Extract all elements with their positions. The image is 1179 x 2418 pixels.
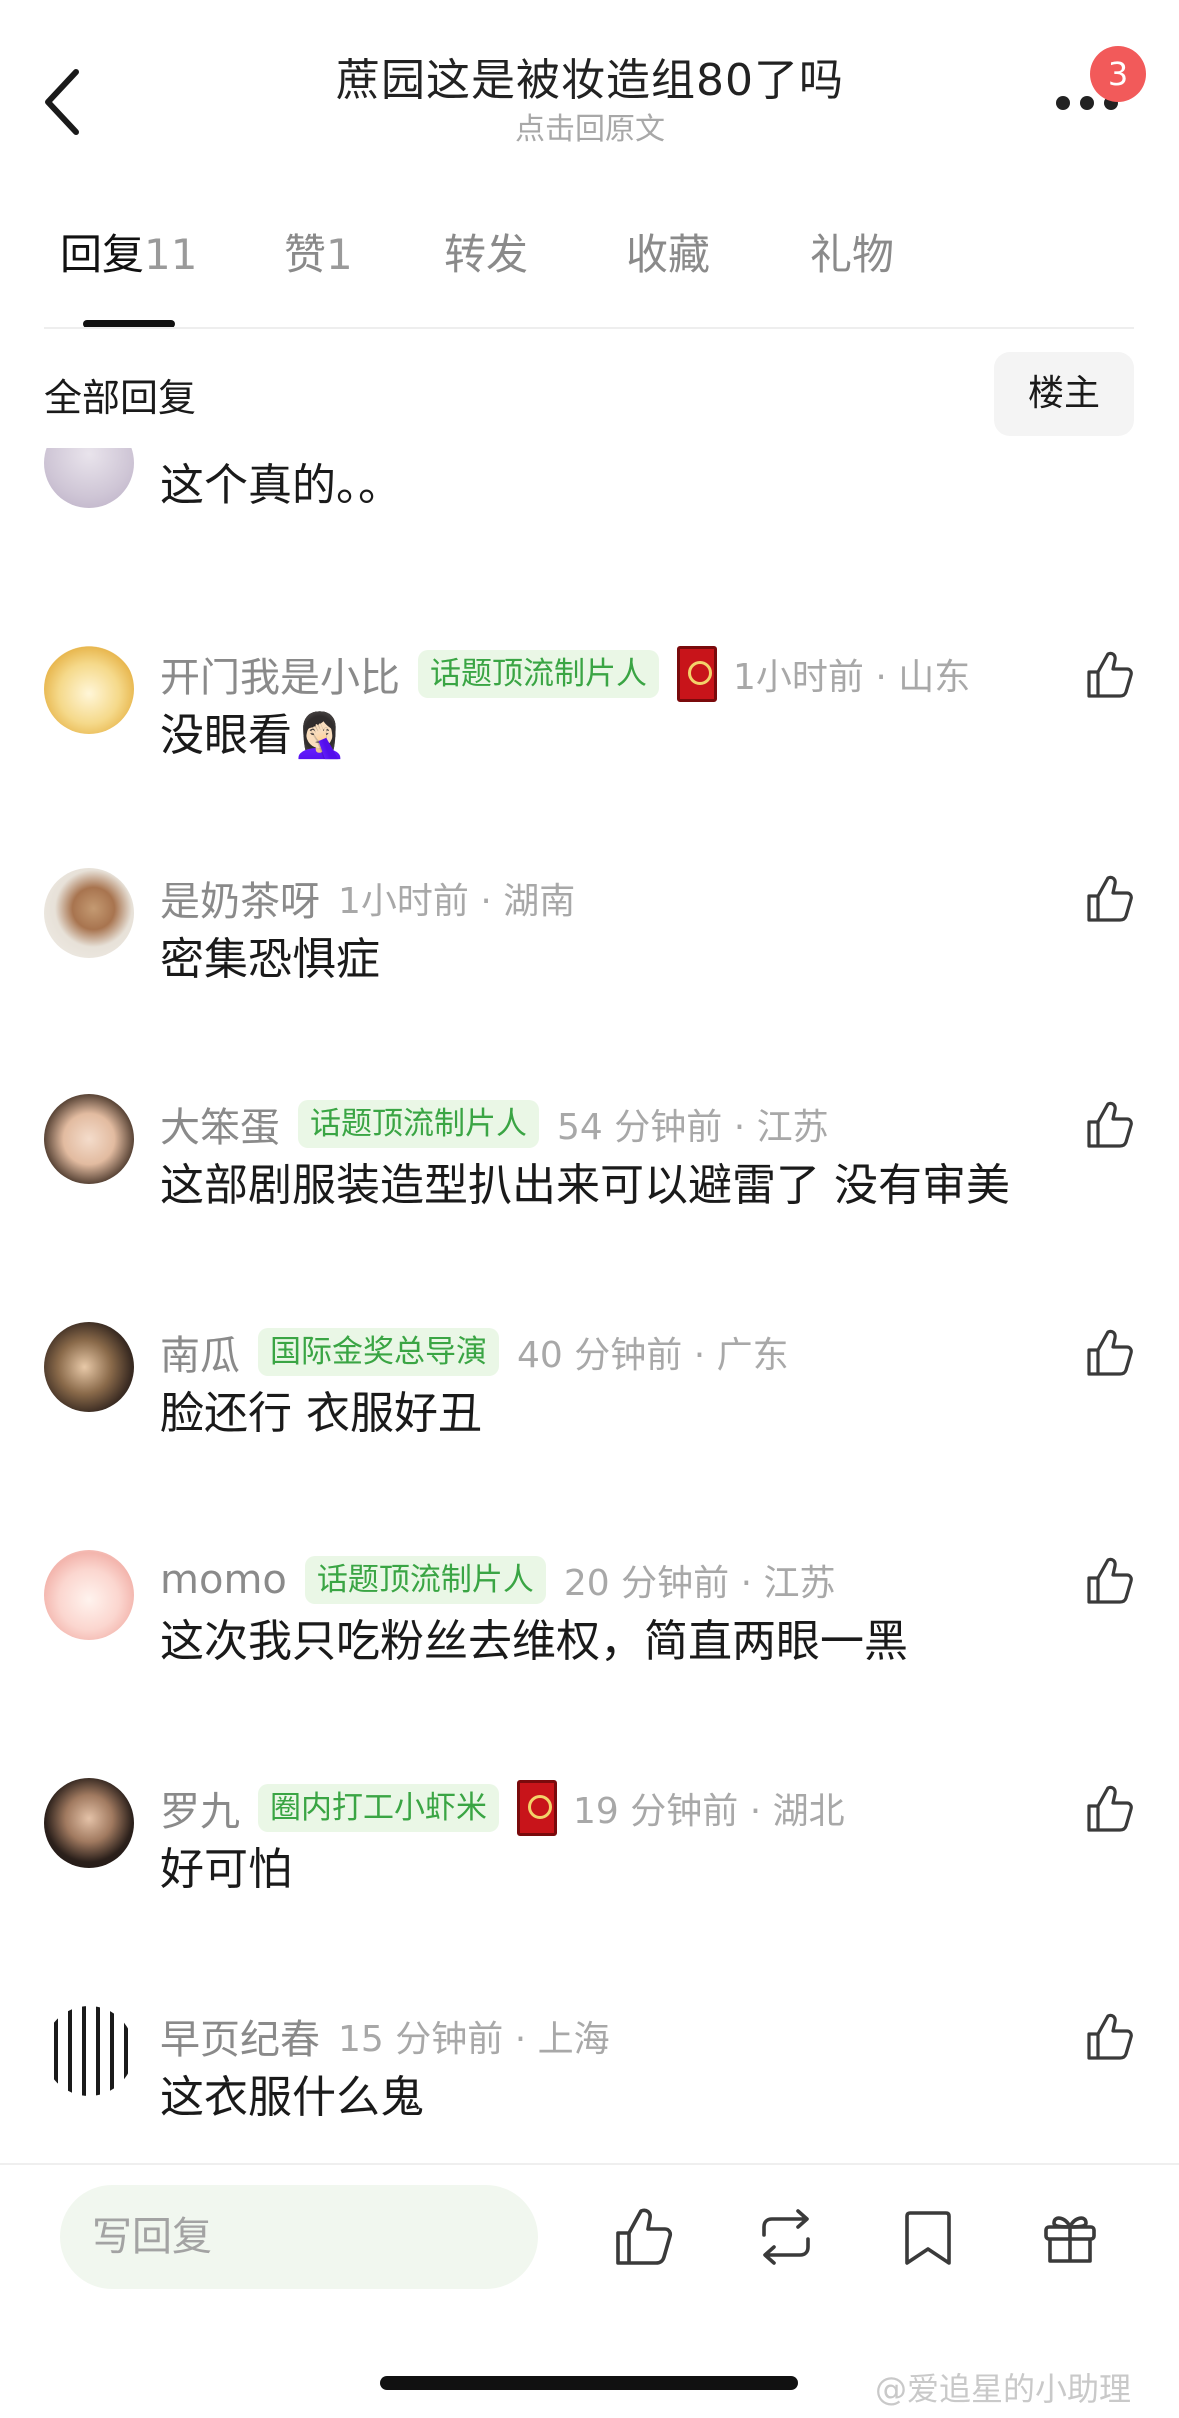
post-title-block[interactable]: 蔗园这是被妆造组80了吗 点击回原文 — [230, 52, 950, 150]
like-icon[interactable] — [1083, 1782, 1137, 1836]
username[interactable]: 是奶茶呀 — [160, 869, 320, 927]
avatar[interactable] — [44, 448, 134, 508]
list-item: 罗九 圈内打工小虾米 19 分钟前 · 湖北 好可怕 — [0, 1778, 1179, 1978]
comment-text: 这衣服什么鬼 — [160, 2072, 424, 2123]
comment-text: 这部剧服装造型扒出来可以避雷了 没有审美 — [160, 1160, 1010, 1211]
user-title-tag: 圈内打工小虾米 — [258, 1784, 499, 1832]
list-item: 南瓜 国际金奖总导演 40 分钟前 · 广东 脸还行 衣服好丑 — [0, 1322, 1179, 1522]
more-dots-icon — [1056, 96, 1070, 110]
all-replies-heading: 全部回复 — [44, 376, 197, 420]
timestamp-location: 40 分钟前 · 广东 — [517, 1335, 789, 1376]
username[interactable]: 南瓜 — [160, 1323, 240, 1381]
notification-badge: 3 — [1090, 46, 1146, 102]
avatar[interactable] — [44, 1094, 134, 1184]
comment-meta: 开门我是小比 话题顶流制片人 1小时前 · 山东 — [160, 644, 970, 704]
username[interactable]: 开门我是小比 — [160, 645, 400, 703]
gift-icon[interactable] — [1038, 2205, 1102, 2269]
comment-meta: 大笨蛋 话题顶流制片人 54 分钟前 · 江苏 — [160, 1094, 829, 1154]
username[interactable]: momo — [160, 1557, 287, 1603]
tab-reposts[interactable]: 转发 — [444, 225, 528, 285]
like-icon[interactable] — [1083, 1326, 1137, 1380]
comment-text: 脸还行 衣服好丑 — [160, 1388, 482, 1439]
timestamp-location: 1小时前 · 山东 — [733, 657, 971, 698]
top-nav-bar: 蔗园这是被妆造组80了吗 点击回原文 3 — [0, 0, 1179, 175]
tab-label: 转发 — [444, 230, 529, 279]
list-item: momo 话题顶流制片人 20 分钟前 · 江苏 这次我只吃粉丝去维权，简直两眼… — [0, 1550, 1179, 1750]
red-envelope-icon — [517, 1780, 557, 1836]
list-item: 早页纪春 15 分钟前 · 上海 这衣服什么鬼 — [0, 2006, 1179, 2163]
comment-list[interactable]: 这个真的。。 开门我是小比 话题顶流制片人 1小时前 · 山东 没眼看🤦🏻‍♀️… — [0, 448, 1179, 2163]
comment-text: 好可怕 — [160, 1844, 292, 1895]
like-post-icon[interactable] — [612, 2205, 676, 2269]
list-item: 开门我是小比 话题顶流制片人 1小时前 · 山东 没眼看🤦🏻‍♀️ — [0, 644, 1179, 844]
comment-text: 没眼看🤦🏻‍♀️ — [160, 710, 347, 761]
reply-input[interactable]: 写回复 — [60, 2185, 538, 2289]
tab-replies[interactable]: 回复11 — [60, 225, 197, 285]
tab-likes[interactable]: 赞1 — [284, 225, 353, 285]
comment-meta: momo 话题顶流制片人 20 分钟前 · 江苏 — [160, 1550, 835, 1610]
tab-label: 礼物 — [810, 230, 895, 279]
back-arrow-icon — [45, 69, 79, 135]
user-title-tag: 国际金奖总导演 — [258, 1328, 499, 1376]
tab-gifts[interactable]: 礼物 — [810, 225, 894, 285]
avatar[interactable] — [44, 1778, 134, 1868]
owner-filter-button[interactable]: 楼主 — [994, 352, 1134, 436]
timestamp-location: 19 分钟前 · 湖北 — [573, 1791, 845, 1832]
avatar[interactable] — [44, 868, 134, 958]
comment-meta: 早页纪春 15 分钟前 · 上海 — [160, 2006, 610, 2066]
tab-count: 11 — [144, 230, 198, 279]
list-item: 是奶茶呀 1小时前 · 湖南 密集恐惧症 — [0, 868, 1179, 1068]
watermark: @爱追星的小助理 — [875, 2370, 1132, 2408]
like-icon[interactable] — [1083, 1554, 1137, 1608]
repost-icon[interactable] — [754, 2205, 818, 2269]
list-item: 大笨蛋 话题顶流制片人 54 分钟前 · 江苏 这部剧服装造型扒出来可以避雷了 … — [0, 1094, 1179, 1294]
avatar[interactable] — [44, 1322, 134, 1412]
post-title: 蔗园这是被妆造组80了吗 — [336, 55, 844, 106]
back-to-original-link[interactable]: 点击回原文 — [230, 110, 950, 150]
user-title-tag: 话题顶流制片人 — [304, 1556, 546, 1604]
like-icon[interactable] — [1083, 648, 1137, 702]
user-title-tag: 话题顶流制片人 — [298, 1100, 539, 1148]
divider — [0, 2163, 1179, 2165]
divider — [44, 327, 1134, 329]
comment-text: 这个真的。。 — [160, 460, 402, 511]
username[interactable]: 早页纪春 — [160, 2007, 320, 2065]
timestamp-location: 15 分钟前 · 上海 — [338, 2019, 610, 2060]
avatar[interactable] — [44, 1550, 134, 1640]
timestamp-location: 1小时前 · 湖南 — [338, 881, 576, 922]
red-envelope-icon — [677, 646, 717, 702]
tab-label: 回复 — [60, 230, 145, 279]
tab-label: 赞 — [284, 230, 327, 279]
back-button[interactable] — [40, 62, 92, 142]
username[interactable]: 大笨蛋 — [160, 1095, 280, 1153]
more-dot — [1080, 96, 1094, 110]
timestamp-location: 20 分钟前 · 江苏 — [563, 1563, 836, 1604]
user-title-tag: 话题顶流制片人 — [418, 650, 659, 698]
tab-favorites[interactable]: 收藏 — [626, 225, 710, 285]
tab-bar: 回复11 赞1 转发 收藏 礼物 — [0, 225, 1179, 330]
like-icon[interactable] — [1083, 2010, 1137, 2064]
username[interactable]: 罗九 — [160, 1779, 240, 1837]
avatar[interactable] — [44, 644, 134, 734]
tab-count: 1 — [326, 230, 353, 279]
avatar[interactable] — [44, 2006, 134, 2096]
tab-label: 收藏 — [626, 230, 711, 279]
comment-meta: 南瓜 国际金奖总导演 40 分钟前 · 广东 — [160, 1322, 789, 1382]
comment-meta: 罗九 圈内打工小虾米 19 分钟前 · 湖北 — [160, 1778, 845, 1838]
comment-meta: 是奶茶呀 1小时前 · 湖南 — [160, 868, 575, 928]
list-item: 这个真的。。 — [0, 448, 1179, 618]
comment-text: 这次我只吃粉丝去维权，简直两眼一黑 — [160, 1616, 908, 1667]
bookmark-icon[interactable] — [896, 2205, 960, 2269]
like-icon[interactable] — [1083, 1098, 1137, 1152]
home-indicator[interactable] — [380, 2376, 798, 2390]
like-icon[interactable] — [1083, 872, 1137, 926]
comment-text: 密集恐惧症 — [160, 934, 380, 985]
timestamp-location: 54 分钟前 · 江苏 — [557, 1107, 829, 1148]
